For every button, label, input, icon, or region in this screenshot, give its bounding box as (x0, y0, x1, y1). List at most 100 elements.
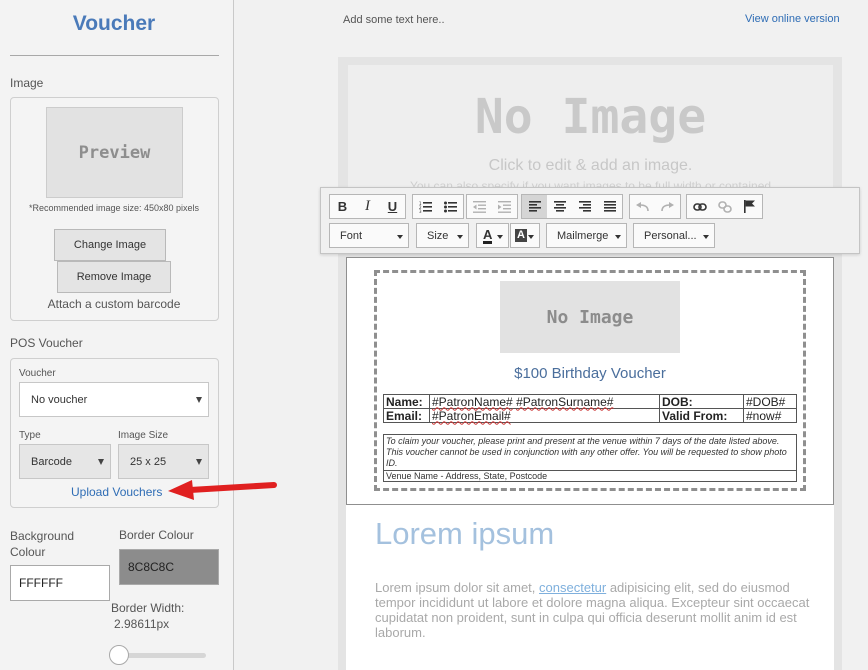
border-width-label: Border Width: (111, 601, 185, 615)
type-select-value: Barcode (31, 455, 72, 468)
voucher-select-value: No voucher (31, 393, 88, 406)
dob-label: DOB: (659, 394, 744, 409)
size-dropdown[interactable]: Size (416, 223, 469, 248)
patron-surname-token: #PatronSurname# (516, 394, 614, 409)
align-right-icon[interactable] (572, 195, 597, 218)
table-row: Email: #PatronEmail# Valid From: #now# (383, 408, 797, 423)
size-dropdown-label: Size (427, 229, 449, 242)
image-size-select[interactable]: 25 x 25 (118, 444, 209, 479)
bold-button[interactable]: B (330, 195, 355, 218)
email-value: #PatronEmail# (429, 408, 660, 423)
patron-name-token: #PatronName# (432, 394, 513, 409)
history-group (629, 194, 681, 219)
border-width-value: 2.98611px (114, 617, 170, 631)
italic-button[interactable]: I (355, 195, 380, 218)
voucher-details-table: Name: #PatronName# #PatronSurname# DOB: … (383, 394, 797, 423)
undo-icon[interactable] (630, 195, 655, 218)
unlink-icon[interactable] (712, 195, 737, 218)
numbered-list-icon[interactable]: 123 (413, 195, 438, 218)
link-icon[interactable] (687, 195, 712, 218)
voucher-terms: To claim your voucher, please print and … (383, 434, 797, 482)
svg-text:3: 3 (419, 209, 422, 213)
bullet-list-icon[interactable] (438, 195, 463, 218)
mailmerge-dropdown[interactable]: Mailmerge (546, 223, 627, 248)
voucher-field-label: Voucher (19, 368, 56, 379)
chevron-down-icon (497, 235, 503, 239)
chevron-down-icon (615, 235, 621, 239)
chevron-down-icon (196, 458, 202, 465)
type-field-label: Type (19, 430, 41, 441)
header-image-placeholder[interactable]: No Image Click to edit & add an image. Y… (348, 65, 833, 195)
alignment-group (521, 194, 623, 219)
personalise-dropdown[interactable]: Personal... (633, 223, 715, 248)
chevron-down-icon (196, 396, 202, 403)
text-style-group: B I U (329, 194, 406, 219)
preheader-text[interactable]: Add some text here.. (343, 14, 445, 26)
border-width-slider-track[interactable] (116, 653, 206, 658)
image-size-field-label: Image Size (118, 430, 169, 441)
text-color-icon: A (483, 226, 493, 244)
attach-barcode-label: Attach a custom barcode (47, 297, 181, 311)
chevron-down-icon (98, 458, 104, 465)
upload-vouchers-link[interactable]: Upload Vouchers (71, 485, 162, 499)
no-image-heading: No Image (474, 89, 707, 145)
table-row: Name: #PatronName# #PatronSurname# DOB: … (383, 394, 797, 409)
align-justify-icon[interactable] (597, 195, 622, 218)
background-colour-label: Background Colour (10, 529, 75, 559)
voucher-select[interactable]: No voucher (19, 382, 209, 417)
border-colour-label: Border Colour (119, 528, 194, 542)
align-left-icon[interactable] (522, 195, 547, 218)
border-width-slider-handle[interactable] (109, 645, 129, 665)
red-arrow-icon (168, 480, 277, 500)
pos-voucher-label: POS Voucher (10, 336, 83, 350)
voucher-terms-text: To claim your voucher, please print and … (386, 436, 787, 468)
venue-address: Venue Name - Address, State, Postcode (384, 470, 796, 482)
personalise-dropdown-label: Personal... (644, 229, 697, 242)
font-dropdown-label: Font (340, 229, 363, 242)
dob-value: #DOB# (743, 394, 797, 409)
recommended-size-note: *Recommended image size: 450x80 pixels (28, 203, 200, 213)
redo-icon[interactable] (655, 195, 680, 218)
view-online-link[interactable]: View online version (745, 13, 840, 25)
voucher-title: $100 Birthday Voucher (514, 365, 666, 382)
chevron-down-icon (703, 235, 709, 239)
paragraph-link[interactable]: consectetur (539, 580, 606, 595)
content-heading: Lorem ipsum (375, 516, 555, 551)
mailmerge-dropdown-label: Mailmerge (557, 229, 609, 242)
chevron-down-icon (397, 235, 403, 239)
link-group (686, 194, 763, 219)
list-group: 123 (412, 194, 464, 219)
image-section-label: Image (10, 76, 44, 90)
valid-from-label: Valid From: (659, 408, 744, 423)
indent-icon[interactable] (492, 195, 517, 218)
paragraph-text-start: Lorem ipsum dolor sit amet, (375, 580, 540, 595)
patron-email-token: #PatronEmail# (432, 408, 511, 423)
no-image-hint: Click to edit & add an image. (488, 157, 693, 174)
image-size-select-value: 25 x 25 (130, 455, 167, 468)
align-center-icon[interactable] (547, 195, 572, 218)
border-colour-input[interactable]: 8C8C8C (119, 549, 219, 585)
name-value: #PatronName# #PatronSurname# (429, 394, 660, 409)
anchor-flag-icon[interactable] (737, 195, 762, 218)
font-dropdown[interactable]: Font (329, 223, 409, 248)
text-color-button[interactable]: A (476, 223, 509, 248)
name-label: Name: (383, 394, 430, 409)
email-label: Email: (383, 408, 430, 423)
underline-button[interactable]: U (380, 195, 405, 218)
valid-from-value: #now# (743, 408, 797, 423)
change-image-button[interactable]: Change Image (54, 229, 166, 261)
voucher-image-placeholder[interactable]: No Image (500, 281, 680, 353)
outdent-icon[interactable] (467, 195, 492, 218)
chevron-down-icon (528, 235, 534, 239)
remove-image-button[interactable]: Remove Image (57, 261, 171, 293)
content-paragraph: Lorem ipsum dolor sit amet, consectetur … (375, 580, 815, 640)
image-preview: Preview (46, 107, 183, 198)
indent-group (466, 194, 518, 219)
type-select[interactable]: Barcode (19, 444, 111, 479)
background-color-icon: A (515, 229, 527, 242)
panel-title: Voucher (72, 12, 156, 35)
panel-divider (10, 55, 219, 56)
chevron-down-icon (457, 235, 463, 239)
background-colour-input[interactable]: FFFFFF (10, 565, 110, 601)
background-color-button[interactable]: A (510, 223, 540, 248)
